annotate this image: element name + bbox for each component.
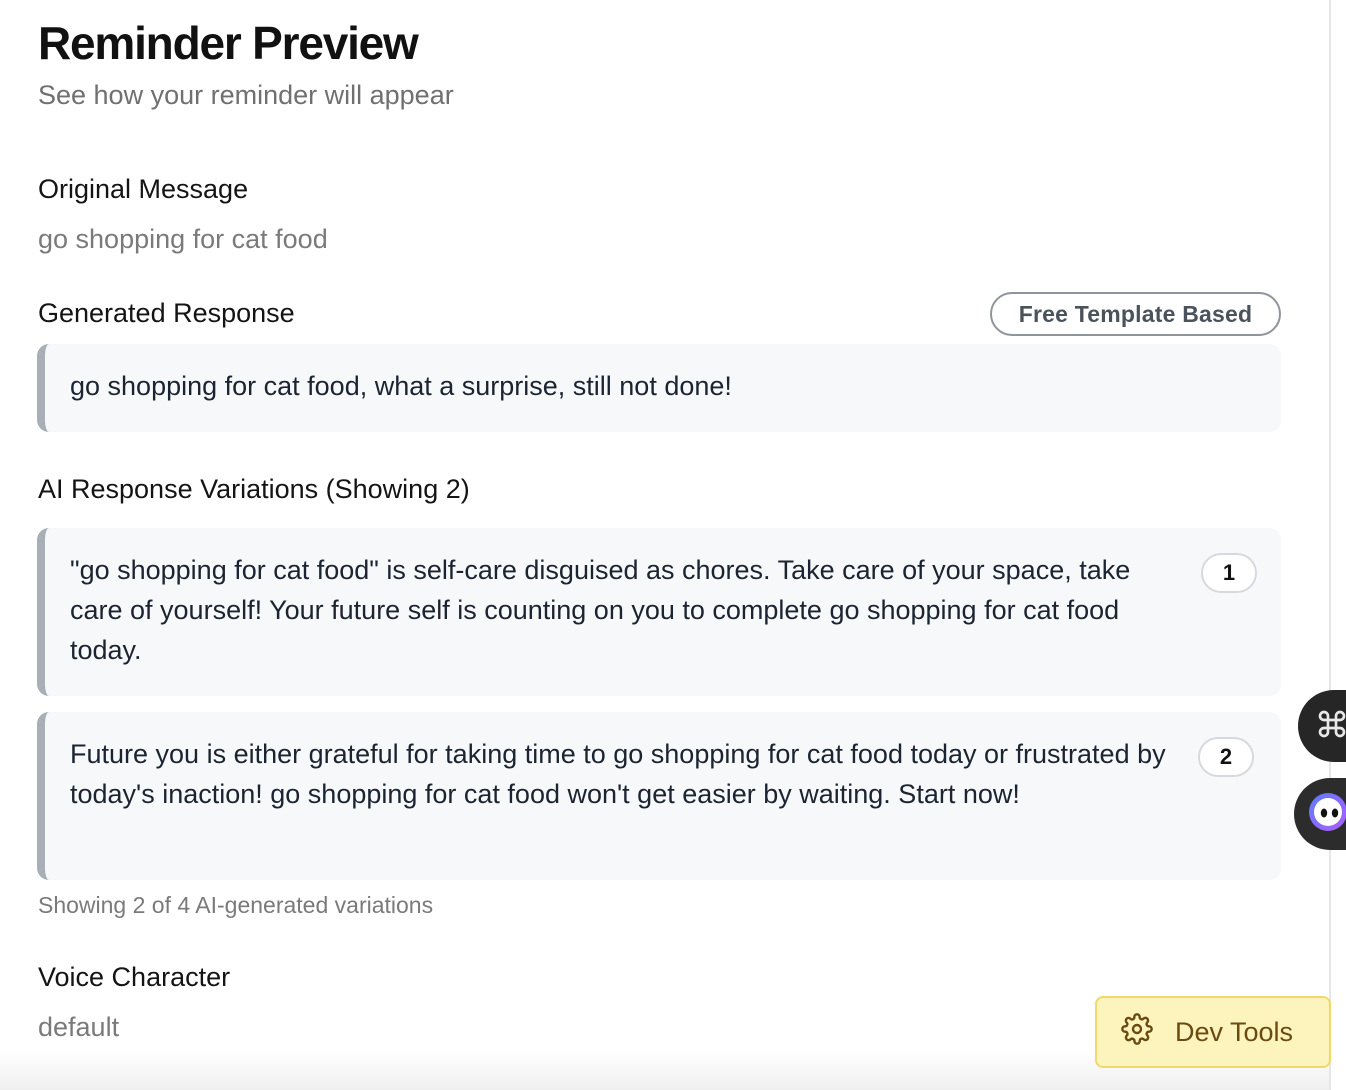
variations-caption: Showing 2 of 4 AI-generated variations (38, 892, 434, 918)
panel-divider (1329, 0, 1331, 1090)
page-title: Reminder Preview (38, 17, 419, 69)
original-message-label: Original Message (38, 174, 249, 204)
voice-character-value: default (38, 1012, 120, 1042)
gear-icon (1121, 1012, 1153, 1052)
command-icon (1316, 708, 1346, 745)
variations-label: AI Response Variations (Showing 2) (38, 474, 470, 504)
variation-number-badge: 1 (1201, 553, 1257, 593)
reminder-preview-page: Reminder Preview See how your reminder w… (0, 0, 1346, 1090)
page-subtitle: See how your reminder will appear (38, 80, 454, 110)
variation-card-1: "go shopping for cat food" is self-care … (37, 528, 1281, 696)
generated-response-text: go shopping for cat food, what a surpris… (70, 371, 732, 401)
template-type-badge: Free Template Based (990, 292, 1281, 336)
dev-tools-button[interactable]: Dev Tools (1095, 996, 1331, 1068)
assistant-button[interactable] (1294, 778, 1346, 850)
variation-text: "go shopping for cat food" is self-care … (70, 555, 1131, 665)
command-palette-button[interactable] (1298, 690, 1346, 762)
generated-response-label: Generated Response (38, 298, 295, 328)
original-message-value: go shopping for cat food (38, 224, 328, 254)
variation-text: Future you is either grateful for taking… (70, 739, 1166, 809)
assistant-eye-icon (1306, 790, 1346, 839)
voice-character-label: Voice Character (38, 962, 231, 992)
dev-tools-label: Dev Tools (1175, 1016, 1294, 1047)
generated-response-card: go shopping for cat food, what a surpris… (37, 344, 1281, 432)
variation-number-badge: 2 (1198, 737, 1254, 777)
variation-card-2: Future you is either grateful for taking… (37, 712, 1281, 880)
